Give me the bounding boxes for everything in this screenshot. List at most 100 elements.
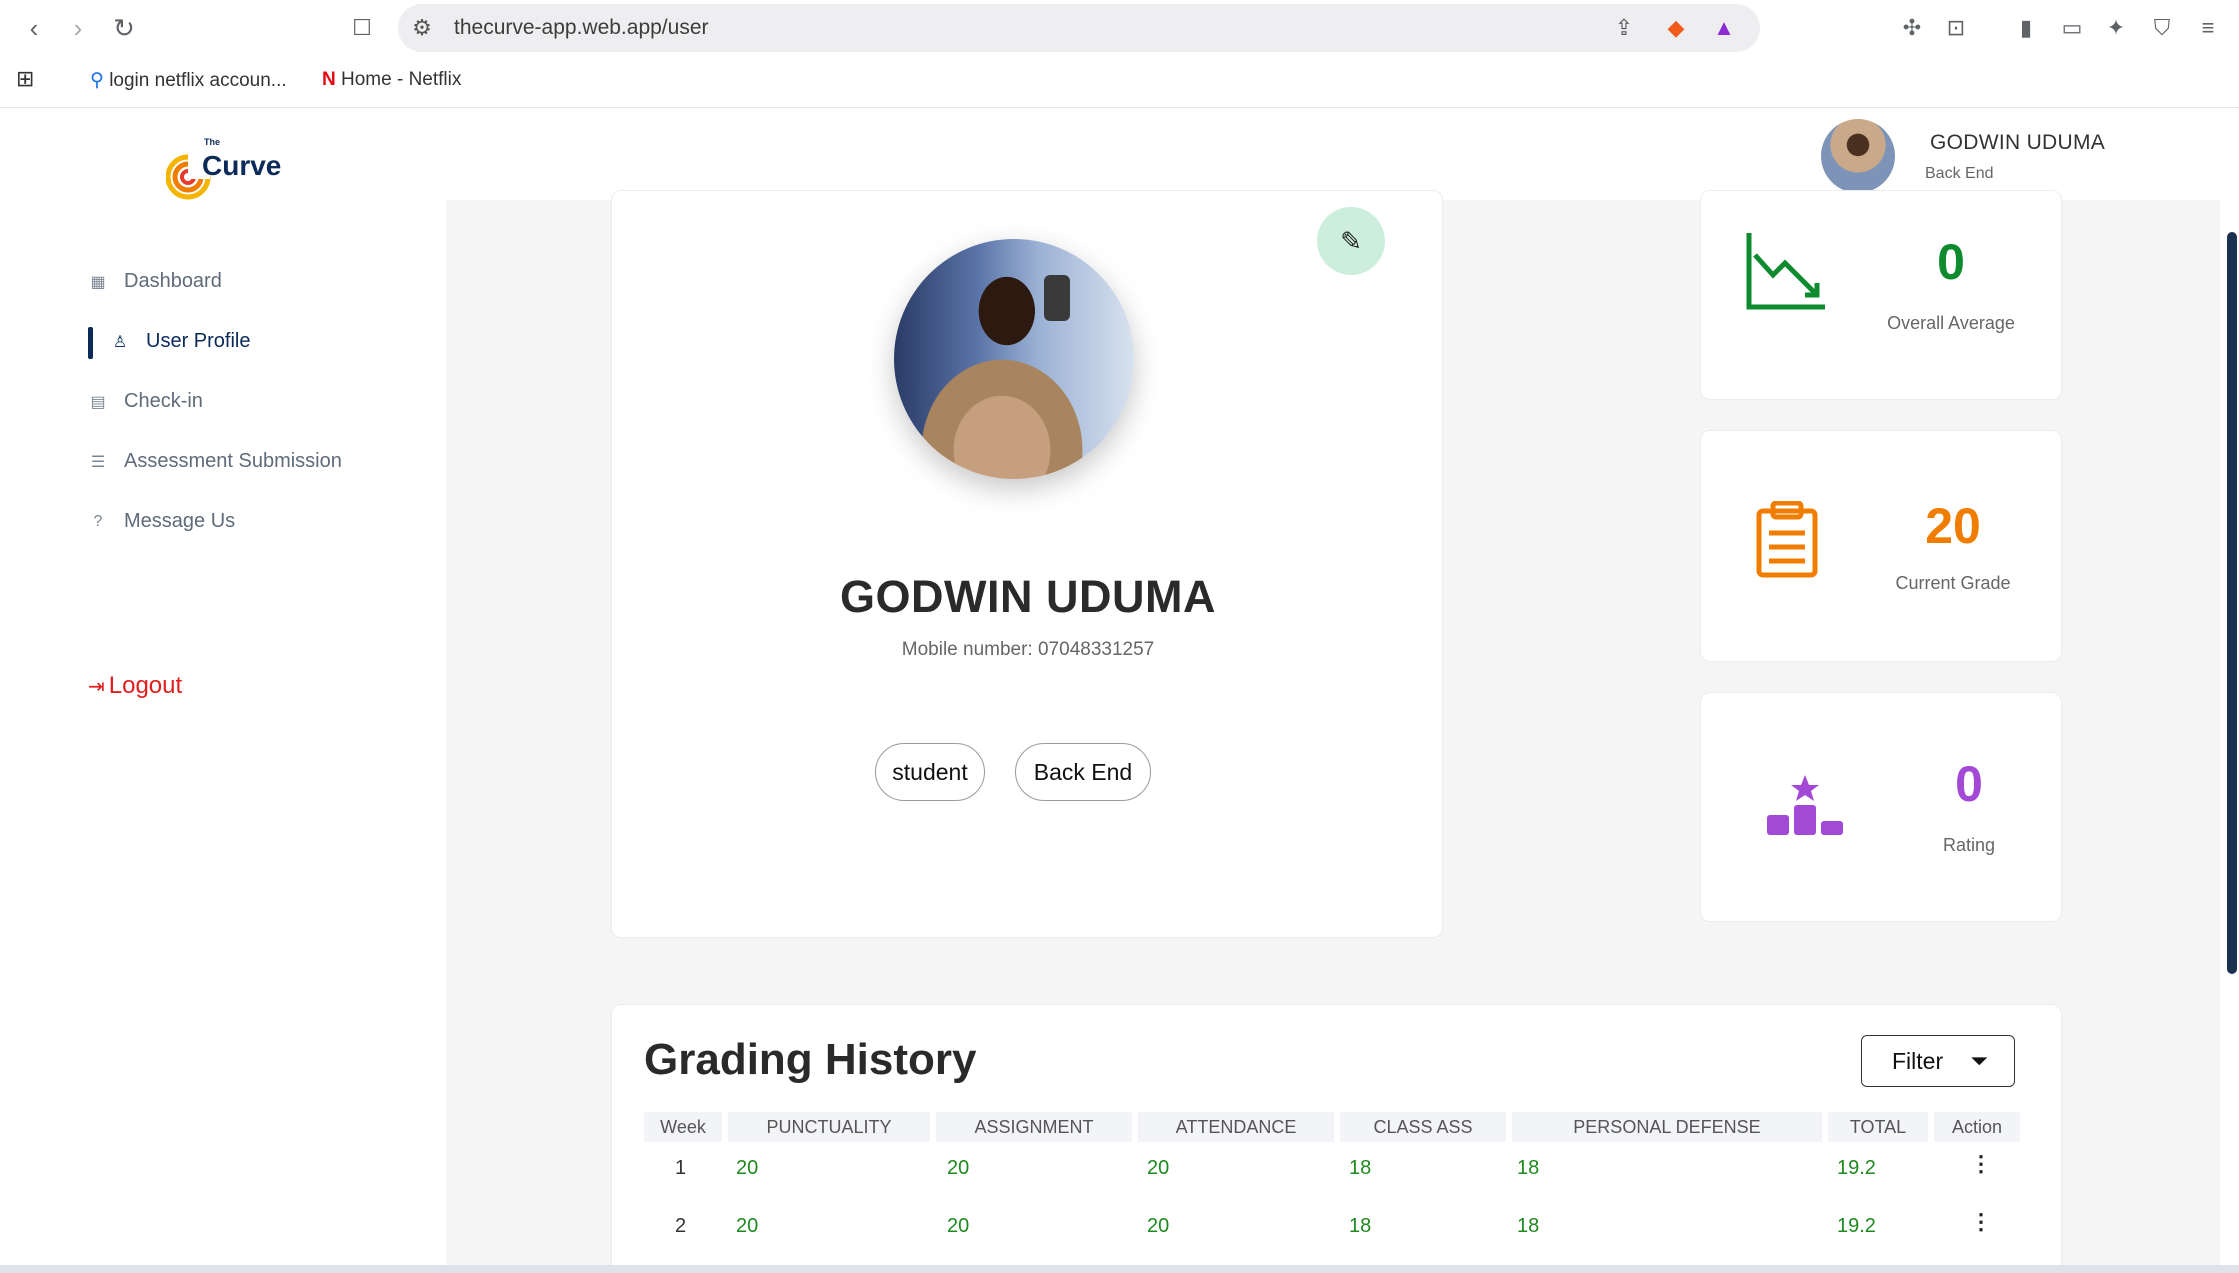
stat-card-rating: 0 Rating <box>1700 692 2062 922</box>
table-cell-attendance: 20 <box>1147 1215 1170 1237</box>
clipboard-icon <box>1756 501 1818 578</box>
bottom-edge <box>0 1265 2239 1273</box>
grading-history-card: Grading History Filter ⏷ Week PUNCTUALIT… <box>611 1004 2062 1273</box>
apps-grid-icon[interactable]: ⊞ <box>16 66 34 92</box>
svg-text:Curve: Curve <box>202 150 281 181</box>
overall-average-label: Overall Average <box>1887 313 2015 333</box>
column-header-class-ass[interactable]: CLASS ASS <box>1340 1112 1506 1142</box>
table-cell-total: 19.2 <box>1837 1215 1876 1237</box>
logout-label: Logout <box>108 672 183 699</box>
sidebar-item-check-in[interactable]: ▤ Check-in <box>88 390 203 413</box>
current-grade-value: 20 <box>1925 498 1981 554</box>
brave-rewards-icon[interactable]: ▲ <box>1710 14 1738 42</box>
podium-star-icon <box>1767 775 1843 835</box>
curve-logo[interactable]: Curve The <box>165 137 286 203</box>
table-cell-week: 2 <box>675 1215 687 1237</box>
bookmark-item[interactable]: N Home - Netflix <box>322 69 461 91</box>
phone-in-photo <box>1044 275 1070 321</box>
table-cell-personal-defense: 18 <box>1517 1157 1540 1179</box>
grid-icon: ▦ <box>90 273 106 291</box>
table-cell-punctuality: 20 <box>736 1157 759 1179</box>
bookmark-item[interactable]: ⚲ login netflix accoun... <box>90 69 287 92</box>
table-cell-personal-defense: 18 <box>1517 1215 1540 1237</box>
grading-history-title: Grading History <box>644 1035 977 1084</box>
bookmarks-bar: ⊞ ⚲ login netflix accoun... N Home - Net… <box>0 56 2239 108</box>
table-cell-punctuality: 20 <box>736 1215 759 1237</box>
sidebar-item-message-us[interactable]: ? Message Us <box>88 510 236 533</box>
bookmark-label: login netflix accoun... <box>109 70 287 91</box>
column-header-week[interactable]: Week <box>644 1112 722 1142</box>
table-cell-week: 1 <box>675 1157 687 1179</box>
trend-down-chart-icon <box>1746 233 1825 310</box>
table-cell-assignment: 20 <box>947 1215 970 1237</box>
forward-icon[interactable]: › <box>62 12 94 44</box>
sidebar-item-label: User Profile <box>146 330 251 352</box>
profile-name: GODWIN UDUMA <box>840 571 1216 622</box>
column-header-attendance[interactable]: ATTENDANCE <box>1138 1112 1334 1142</box>
extensions-icon[interactable]: ✣ <box>1896 12 1928 44</box>
table-cell-class-ass: 18 <box>1349 1215 1372 1237</box>
current-grade-label: Current Grade <box>1895 573 2011 593</box>
tab-search-icon[interactable]: ⊡ <box>1940 12 1972 44</box>
sidebar-item-dashboard[interactable]: ▦ Dashboard <box>88 270 222 293</box>
table-cell-assignment: 20 <box>947 1157 970 1179</box>
profile-mobile: Mobile number: 07048331257 <box>901 639 1155 660</box>
help-circle-icon: ? <box>93 512 103 530</box>
site-settings-icon[interactable]: ⚙ <box>408 14 436 42</box>
vertical-scrollbar[interactable] <box>2227 232 2237 974</box>
sidebar-item-label: Assessment Submission <box>124 450 342 472</box>
column-header-action: Action <box>1934 1112 2020 1142</box>
table-cell-total: 19.2 <box>1837 1157 1876 1179</box>
brave-shield-icon[interactable]: ◆ <box>1662 14 1690 42</box>
rating-value: 0 <box>1955 756 1983 812</box>
logout-button[interactable]: ⇥ Logout <box>88 672 182 700</box>
overall-average-value: 0 <box>1937 234 1965 290</box>
netflix-icon: N <box>322 69 336 90</box>
user-icon: ♙ <box>112 333 128 351</box>
bookmark-label: Home - Netflix <box>341 69 462 90</box>
share-icon[interactable]: ⇪ <box>1610 14 1638 42</box>
column-header-assignment[interactable]: ASSIGNMENT <box>936 1112 1132 1142</box>
profile-card: ✎ GODWIN UDUMA Mobile number: 0704833125… <box>611 190 1443 938</box>
stat-card-current-grade: 20 Current Grade <box>1700 430 2062 662</box>
table-cell-class-ass: 18 <box>1349 1157 1372 1179</box>
filter-label: Filter <box>1892 1048 1944 1074</box>
sidebar-item-label: Check-in <box>124 390 203 412</box>
header-user-name: GODWIN UDUMA <box>1930 131 2106 154</box>
column-header-personal-defense[interactable]: PERSONAL DEFENSE <box>1512 1112 1822 1142</box>
role-tag: student <box>875 743 985 801</box>
track-tag: Back End <box>1015 743 1151 801</box>
reload-icon[interactable]: ↻ <box>108 12 140 44</box>
table-cell-attendance: 20 <box>1147 1157 1170 1179</box>
wallet-icon[interactable]: ▭ <box>2056 12 2088 44</box>
stat-card-overall-average: 0 Overall Average <box>1700 190 2062 400</box>
browser-toolbar: ‹ › ↻ ☐ ⚙ thecurve-app.web.app/user ⇪ ◆ … <box>0 0 2239 56</box>
rating-label: Rating <box>1942 835 1996 855</box>
back-icon[interactable]: ‹ <box>18 12 50 44</box>
filter-button[interactable]: Filter ⏷ <box>1861 1035 2015 1087</box>
sidebar-toggle-icon[interactable]: ▮ <box>2010 12 2042 44</box>
svg-text:The: The <box>204 137 220 147</box>
url-text[interactable]: thecurve-app.web.app/user <box>454 16 709 40</box>
app-header: Curve The GODWIN UDUMA Back End <box>0 109 2239 200</box>
header-user-role: Back End <box>1925 165 1994 182</box>
sidebar-item-assessment-submission[interactable]: ☰ Assessment Submission <box>88 450 342 473</box>
edit-profile-button[interactable]: ✎ <box>1317 207 1385 275</box>
row-actions-icon[interactable]: ⋮ <box>1970 1151 1992 1177</box>
active-indicator <box>88 327 93 359</box>
address-bar[interactable]: ⚙ thecurve-app.web.app/user ⇪ ◆ ▲ <box>398 4 1760 52</box>
checklist-icon: ☰ <box>90 453 106 471</box>
curve-logo-icon: Curve The <box>165 137 281 200</box>
row-actions-icon[interactable]: ⋮ <box>1970 1209 1992 1235</box>
leo-ai-icon[interactable]: ✦ <box>2100 12 2132 44</box>
vpn-icon[interactable]: ⛉ <box>2146 12 2178 44</box>
bookmark-icon[interactable]: ☐ <box>346 12 378 44</box>
menu-icon[interactable]: ≡ <box>2192 12 2224 44</box>
search-icon: ⚲ <box>90 70 104 91</box>
sidebar-item-label: Dashboard <box>124 270 222 292</box>
column-header-punctuality[interactable]: PUNCTUALITY <box>728 1112 930 1142</box>
calendar-icon: ▤ <box>90 393 106 411</box>
column-header-total[interactable]: TOTAL <box>1828 1112 1928 1142</box>
sidebar-item-user-profile[interactable]: ♙ User Profile <box>110 330 251 353</box>
header-avatar[interactable] <box>1821 119 1895 193</box>
